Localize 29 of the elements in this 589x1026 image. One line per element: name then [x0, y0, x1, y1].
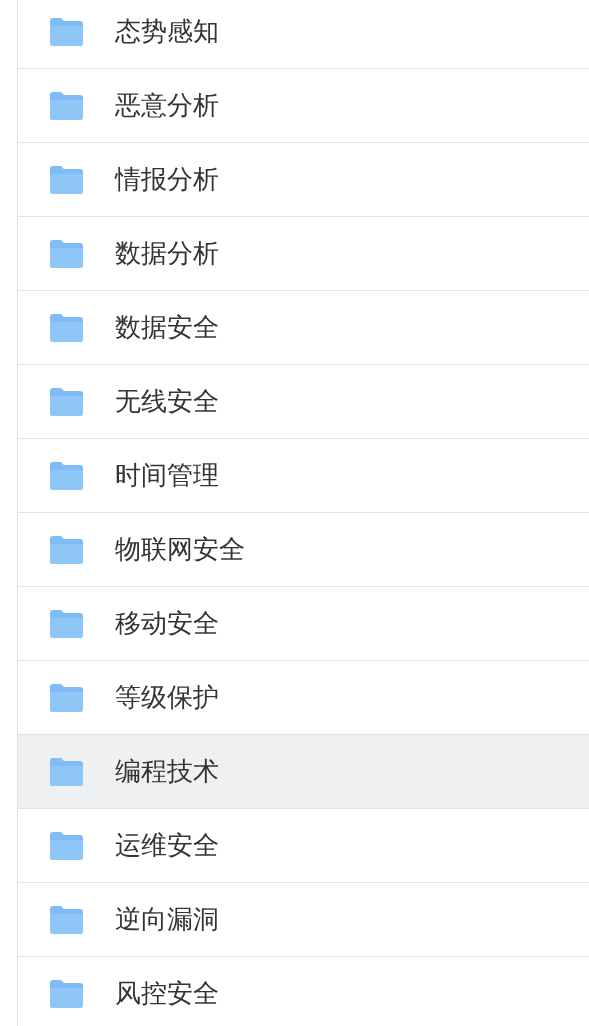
folder-icon — [50, 91, 83, 120]
folder-name: 运维安全 — [115, 829, 219, 862]
folder-icon — [50, 609, 83, 638]
folder-icon — [50, 17, 83, 46]
folder-icon — [50, 905, 83, 934]
folder-name: 数据安全 — [115, 311, 219, 344]
folder-name: 情报分析 — [115, 163, 219, 196]
folder-icon — [50, 757, 83, 786]
folder-name: 风控安全 — [115, 977, 219, 1010]
folder-name: 数据分析 — [115, 237, 219, 270]
folder-name: 时间管理 — [115, 459, 219, 492]
folder-name: 等级保护 — [115, 681, 219, 714]
folder-icon — [50, 387, 83, 416]
folder-icon — [50, 979, 83, 1008]
folder-name: 无线安全 — [115, 385, 219, 418]
folder-name: 恶意分析 — [115, 89, 219, 122]
folder-icon — [50, 239, 83, 268]
folder-icon — [50, 831, 83, 860]
folder-icon — [50, 461, 83, 490]
folder-icon — [50, 535, 83, 564]
folder-row[interactable]: 编程技术 — [18, 735, 589, 809]
folder-icon — [50, 683, 83, 712]
folder-name: 移动安全 — [115, 607, 219, 640]
folder-name: 态势感知 — [115, 15, 219, 48]
folder-name: 编程技术 — [115, 755, 219, 788]
folder-icon — [50, 313, 83, 342]
folder-icon — [50, 165, 83, 194]
folder-name: 逆向漏洞 — [115, 903, 219, 936]
folder-name: 物联网安全 — [115, 533, 245, 566]
